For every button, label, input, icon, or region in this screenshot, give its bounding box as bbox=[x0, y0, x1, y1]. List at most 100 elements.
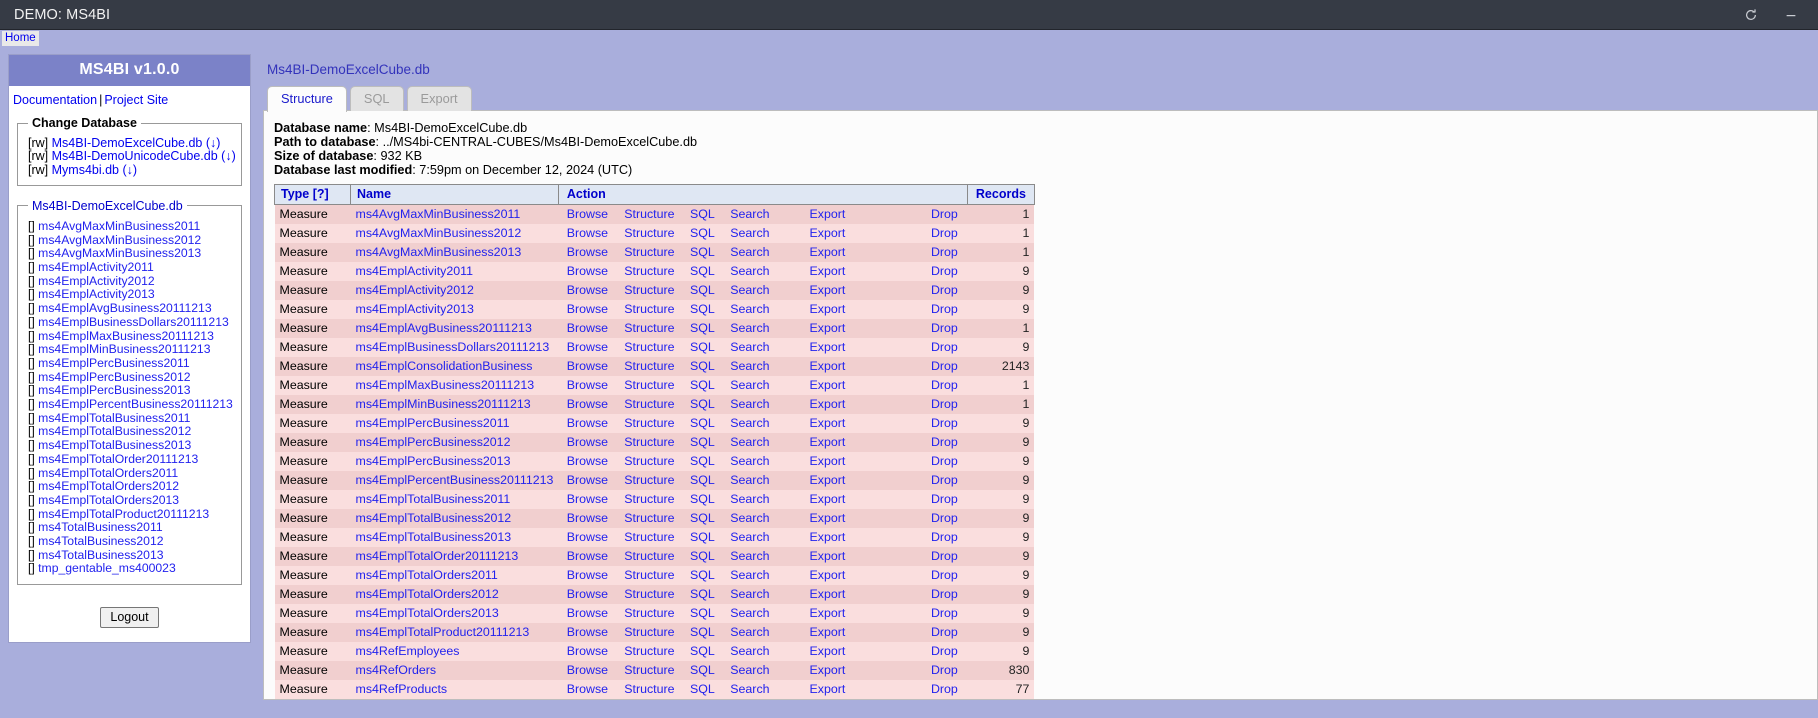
table-name-link[interactable]: ms4EmplTotalBusiness2012 bbox=[356, 511, 512, 525]
search-link[interactable]: Search bbox=[730, 397, 769, 411]
sidebar-table-link[interactable]: ms4AvgMaxMinBusiness2012 bbox=[38, 233, 201, 247]
sql-link[interactable]: SQL bbox=[690, 549, 715, 563]
logout-button[interactable]: Logout bbox=[100, 607, 159, 629]
sidebar-table-link[interactable]: ms4EmplPercBusiness2013 bbox=[38, 383, 190, 397]
sql-link[interactable]: SQL bbox=[690, 283, 715, 297]
browse-link[interactable]: Browse bbox=[567, 530, 608, 544]
tab-export[interactable]: Export bbox=[406, 86, 472, 111]
drop-link[interactable]: Drop bbox=[931, 226, 958, 240]
sidebar-table-link[interactable]: ms4EmplTotalBusiness2013 bbox=[38, 438, 191, 452]
browse-link[interactable]: Browse bbox=[567, 682, 608, 696]
structure-link[interactable]: Structure bbox=[624, 321, 674, 335]
structure-link[interactable]: Structure bbox=[624, 511, 674, 525]
export-link[interactable]: Export bbox=[810, 530, 846, 544]
project-site-link[interactable]: Project Site bbox=[104, 93, 168, 107]
table-name-link[interactable]: ms4EmplTotalBusiness2013 bbox=[356, 530, 512, 544]
search-link[interactable]: Search bbox=[730, 416, 769, 430]
sql-link[interactable]: SQL bbox=[690, 340, 715, 354]
table-name-link[interactable]: ms4AvgMaxMinBusiness2011 bbox=[356, 207, 521, 221]
sql-link[interactable]: SQL bbox=[690, 644, 715, 658]
sidebar-table-link[interactable]: ms4TotalBusiness2012 bbox=[38, 534, 163, 548]
table-name-link[interactable]: ms4RefProducts bbox=[356, 682, 448, 696]
column-header-type[interactable]: Type [?] bbox=[274, 183, 351, 205]
export-link[interactable]: Export bbox=[810, 606, 846, 620]
tab-structure[interactable]: Structure bbox=[267, 86, 347, 112]
sidebar-table-link[interactable]: ms4EmplMaxBusiness20111213 bbox=[38, 329, 214, 343]
sql-link[interactable]: SQL bbox=[690, 492, 715, 506]
search-link[interactable]: Search bbox=[730, 587, 769, 601]
sidebar-table-link[interactable]: tmp_gentable_ms400023 bbox=[38, 561, 176, 576]
table-name-link[interactable]: ms4AvgMaxMinBusiness2013 bbox=[356, 245, 522, 259]
export-link[interactable]: Export bbox=[810, 264, 846, 278]
structure-link[interactable]: Structure bbox=[624, 530, 674, 544]
sql-link[interactable]: SQL bbox=[690, 530, 715, 544]
search-link[interactable]: Search bbox=[730, 321, 769, 335]
db-select-link[interactable]: Myms4bi.db bbox=[52, 163, 119, 177]
minimize-icon[interactable] bbox=[1782, 6, 1800, 24]
structure-link[interactable]: Structure bbox=[624, 606, 674, 620]
sidebar-table-link[interactable]: ms4TotalBusiness2013 bbox=[38, 548, 163, 562]
export-link[interactable]: Export bbox=[810, 625, 846, 639]
sidebar-table-link[interactable]: ms4EmplActivity2012 bbox=[38, 274, 155, 288]
table-name-link[interactable]: ms4EmplTotalProduct20111213 bbox=[356, 625, 530, 639]
export-link[interactable]: Export bbox=[810, 397, 846, 411]
browse-link[interactable]: Browse bbox=[567, 625, 608, 639]
drop-link[interactable]: Drop bbox=[931, 435, 958, 449]
export-link[interactable]: Export bbox=[810, 644, 846, 658]
structure-link[interactable]: Structure bbox=[624, 625, 674, 639]
search-link[interactable]: Search bbox=[730, 302, 769, 316]
structure-link[interactable]: Structure bbox=[624, 568, 674, 582]
browse-link[interactable]: Browse bbox=[567, 644, 608, 658]
structure-link[interactable]: Structure bbox=[624, 378, 674, 392]
sidebar-table-link[interactable]: ms4EmplActivity2013 bbox=[38, 287, 155, 302]
sql-link[interactable]: SQL bbox=[690, 435, 715, 449]
table-name-link[interactable]: ms4EmplActivity2013 bbox=[356, 302, 474, 316]
sidebar-table-link[interactable]: ms4EmplTotalOrders2011 bbox=[38, 466, 178, 480]
search-link[interactable]: Search bbox=[730, 226, 769, 240]
export-link[interactable]: Export bbox=[810, 207, 846, 221]
export-link[interactable]: Export bbox=[810, 416, 846, 430]
structure-link[interactable]: Structure bbox=[624, 435, 674, 449]
sidebar-table-link[interactable]: ms4AvgMaxMinBusiness2013 bbox=[38, 246, 201, 260]
browse-link[interactable]: Browse bbox=[567, 302, 608, 316]
drop-link[interactable]: Drop bbox=[931, 283, 958, 297]
structure-link[interactable]: Structure bbox=[624, 264, 674, 278]
drop-link[interactable]: Drop bbox=[931, 682, 958, 696]
drop-link[interactable]: Drop bbox=[931, 340, 958, 354]
browse-link[interactable]: Browse bbox=[567, 568, 608, 582]
sql-link[interactable]: SQL bbox=[690, 416, 715, 430]
sql-link[interactable]: SQL bbox=[690, 511, 715, 525]
drop-link[interactable]: Drop bbox=[931, 321, 958, 335]
export-link[interactable]: Export bbox=[810, 340, 846, 354]
sidebar-table-link[interactable]: ms4EmplMinBusiness20111213 bbox=[38, 342, 210, 356]
sidebar-table-link[interactable]: ms4TotalBusiness2011 bbox=[38, 520, 162, 535]
search-link[interactable]: Search bbox=[730, 682, 769, 696]
browse-link[interactable]: Browse bbox=[567, 283, 608, 297]
search-link[interactable]: Search bbox=[730, 473, 769, 487]
table-name-link[interactable]: ms4EmplTotalBusiness2011 bbox=[356, 492, 511, 506]
sidebar-table-link[interactable]: ms4EmplTotalBusiness2012 bbox=[38, 424, 191, 439]
db-select-link[interactable]: Ms4BI-DemoUnicodeCube.db bbox=[52, 149, 218, 163]
export-link[interactable]: Export bbox=[810, 568, 846, 582]
drop-link[interactable]: Drop bbox=[931, 492, 958, 506]
browse-link[interactable]: Browse bbox=[567, 340, 608, 354]
search-link[interactable]: Search bbox=[730, 606, 769, 620]
table-name-link[interactable]: ms4EmplPercentBusiness20111213 bbox=[356, 473, 554, 487]
refresh-icon[interactable] bbox=[1742, 6, 1760, 24]
sql-link[interactable]: SQL bbox=[690, 454, 715, 468]
table-name-link[interactable]: ms4EmplBusinessDollars20111213 bbox=[356, 340, 550, 354]
drop-link[interactable]: Drop bbox=[931, 416, 958, 430]
table-name-link[interactable]: ms4RefOrders bbox=[356, 663, 437, 677]
structure-link[interactable]: Structure bbox=[624, 492, 674, 506]
export-link[interactable]: Export bbox=[810, 492, 846, 506]
browse-link[interactable]: Browse bbox=[567, 226, 608, 240]
drop-link[interactable]: Drop bbox=[931, 663, 958, 677]
table-name-link[interactable]: ms4EmplMaxBusiness20111213 bbox=[356, 378, 535, 392]
sql-link[interactable]: SQL bbox=[690, 397, 715, 411]
column-header-name[interactable]: Name bbox=[350, 183, 559, 205]
table-name-link[interactable]: ms4EmplPercBusiness2012 bbox=[356, 435, 511, 449]
structure-link[interactable]: Structure bbox=[624, 644, 674, 658]
table-name-link[interactable]: ms4AvgMaxMinBusiness2012 bbox=[356, 226, 522, 240]
search-link[interactable]: Search bbox=[730, 245, 769, 259]
sql-link[interactable]: SQL bbox=[690, 321, 715, 335]
